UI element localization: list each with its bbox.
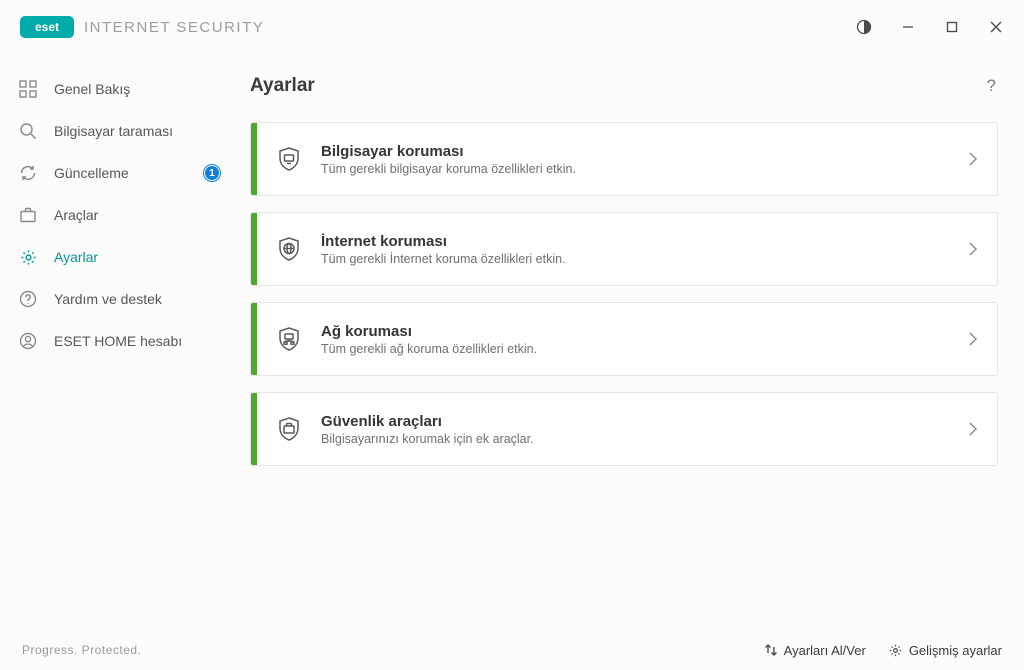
sidebar-item-tools[interactable]: Araçlar: [0, 194, 244, 236]
briefcase-icon: [18, 205, 38, 225]
footer-tagline: Progress. Protected.: [22, 643, 141, 657]
computer-shield-icon: [257, 145, 321, 173]
card-title: İnternet koruması: [321, 233, 949, 250]
brand-logo: eset: [20, 16, 74, 38]
search-icon: [18, 121, 38, 141]
card-subtitle: Bilgisayarınızı korumak için ek araçlar.: [321, 432, 949, 446]
chevron-right-icon: [949, 421, 997, 437]
window-controls: [844, 10, 1016, 44]
card-computer-protection[interactable]: Bilgisayar koruması Tüm gerekli bilgisay…: [250, 122, 998, 196]
sidebar-item-overview[interactable]: Genel Bakış: [0, 68, 244, 110]
page-title: Ayarlar: [250, 75, 315, 97]
gear-icon: [888, 643, 903, 658]
brand-name: INTERNET SECURITY: [84, 19, 264, 36]
card-subtitle: Tüm gerekli bilgisayar koruma özellikler…: [321, 162, 949, 176]
sidebar-item-help[interactable]: Yardım ve destek: [0, 278, 244, 320]
overview-icon: [18, 79, 38, 99]
brand: eset INTERNET SECURITY: [20, 16, 264, 38]
chevron-right-icon: [949, 151, 997, 167]
import-export-icon: [764, 643, 778, 657]
account-icon: [18, 331, 38, 351]
settings-cards: Bilgisayar koruması Tüm gerekli bilgisay…: [250, 122, 998, 466]
card-network-protection[interactable]: Ağ koruması Tüm gerekli ağ koruma özelli…: [250, 302, 998, 376]
advanced-settings-link[interactable]: Gelişmiş ayarlar: [888, 643, 1002, 658]
sidebar-item-label: ESET HOME hesabı: [54, 333, 182, 349]
chevron-right-icon: [949, 331, 997, 347]
card-title: Güvenlik araçları: [321, 413, 949, 430]
contrast-button[interactable]: [844, 10, 884, 44]
sidebar-item-label: Bilgisayar taraması: [54, 123, 173, 139]
minimize-button[interactable]: [888, 10, 928, 44]
maximize-button[interactable]: [932, 10, 972, 44]
sidebar-item-settings[interactable]: Ayarlar: [0, 236, 244, 278]
card-internet-protection[interactable]: İnternet koruması Tüm gerekli İnternet k…: [250, 212, 998, 286]
card-subtitle: Tüm gerekli İnternet koruma özellikleri …: [321, 252, 949, 266]
sidebar-item-label: Yardım ve destek: [54, 291, 162, 307]
sidebar: Genel Bakış Bilgisayar taraması Güncelle…: [0, 54, 244, 630]
footer: Progress. Protected. Ayarları Al/Ver Gel…: [0, 630, 1024, 670]
tools-shield-icon: [257, 415, 321, 443]
globe-shield-icon: [257, 235, 321, 263]
titlebar: eset INTERNET SECURITY: [0, 0, 1024, 54]
card-security-tools[interactable]: Güvenlik araçları Bilgisayarınızı koruma…: [250, 392, 998, 466]
sidebar-item-label: Güncelleme: [54, 165, 129, 181]
footer-link-label: Ayarları Al/Ver: [784, 643, 866, 658]
card-title: Ağ koruması: [321, 323, 949, 340]
sidebar-item-label: Genel Bakış: [54, 81, 130, 97]
network-shield-icon: [257, 325, 321, 353]
chevron-right-icon: [949, 241, 997, 257]
sidebar-item-account[interactable]: ESET HOME hesabı: [0, 320, 244, 362]
gear-icon: [18, 247, 38, 267]
import-export-link[interactable]: Ayarları Al/Ver: [764, 643, 866, 658]
main-content: Ayarlar ? Bilgisayar koruması Tüm gerekl…: [244, 54, 1024, 630]
sidebar-item-update[interactable]: Güncelleme 1: [0, 152, 244, 194]
footer-link-label: Gelişmiş ayarlar: [909, 643, 1002, 658]
card-subtitle: Tüm gerekli ağ koruma özellikleri etkin.: [321, 342, 949, 356]
card-title: Bilgisayar koruması: [321, 143, 949, 160]
help-icon: [18, 289, 38, 309]
sidebar-item-label: Araçlar: [54, 207, 98, 223]
sidebar-item-label: Ayarlar: [54, 249, 98, 265]
refresh-icon: [18, 163, 38, 183]
sidebar-item-scan[interactable]: Bilgisayar taraması: [0, 110, 244, 152]
update-badge: 1: [204, 165, 220, 181]
help-button[interactable]: ?: [985, 72, 998, 100]
close-button[interactable]: [976, 10, 1016, 44]
